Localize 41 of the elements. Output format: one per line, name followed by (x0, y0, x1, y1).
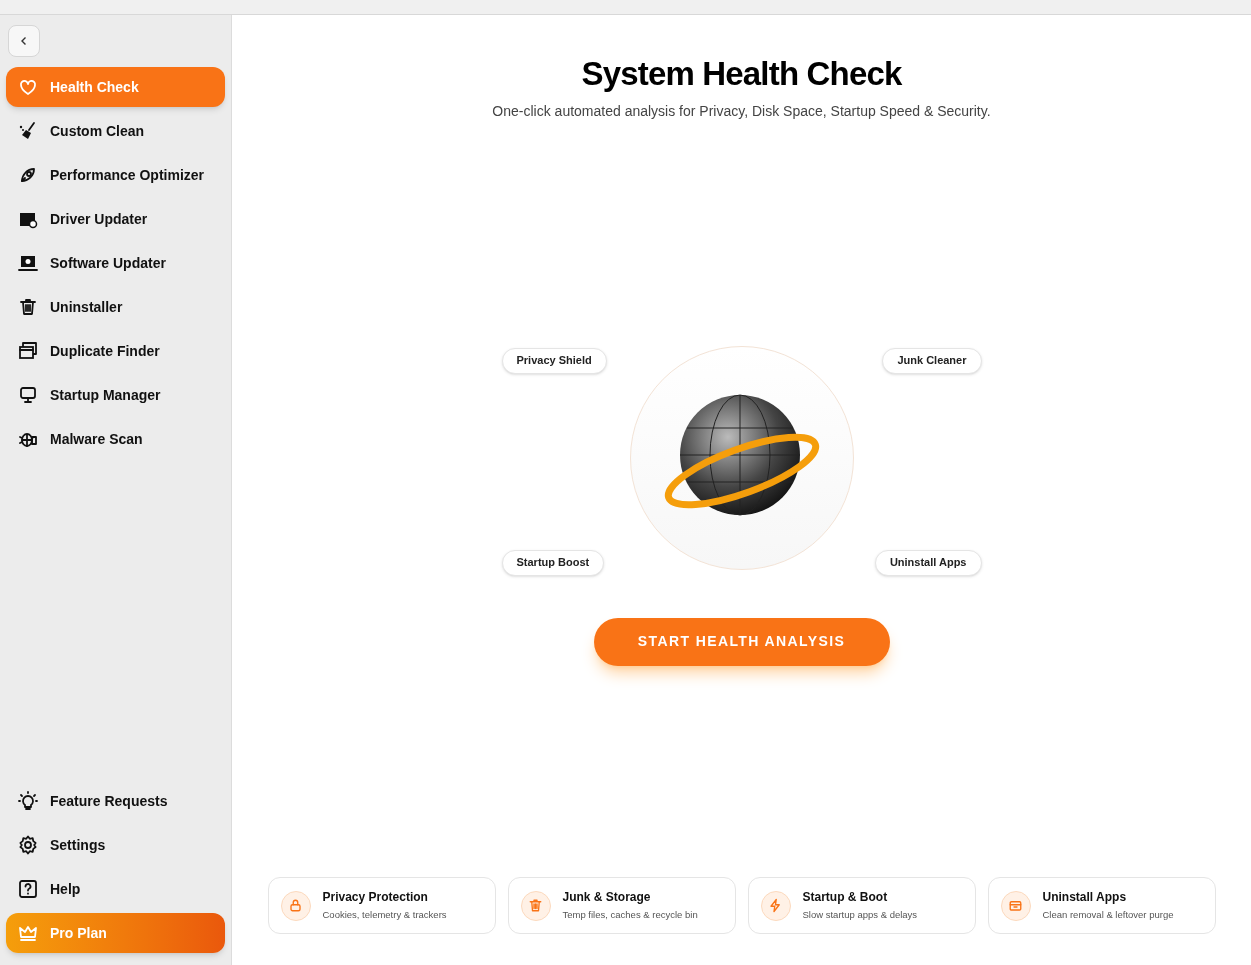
sidebar-item[interactable]: Help (6, 869, 225, 909)
sidebar-item[interactable]: Startup Manager (6, 375, 225, 415)
feature-pill: Startup Boost (501, 549, 605, 576)
sidebar-item[interactable]: Software Updater (6, 243, 225, 283)
chevron-left-icon (19, 36, 29, 46)
card-title: Uninstall Apps (1042, 889, 1128, 907)
collapse-button[interactable] (8, 25, 40, 57)
windows-icon (18, 341, 38, 361)
card-title: Privacy Protection (322, 889, 429, 907)
trash-icon (528, 898, 543, 913)
card-title: Startup & Boot (802, 889, 889, 907)
lock-icon (288, 898, 303, 913)
settings-icon (18, 835, 38, 855)
sidebar-item[interactable]: Custom Clean (6, 111, 225, 151)
page-subtitle: One-click automated analysis for Privacy, Disk Space, Startup Speed & Security. (492, 101, 991, 121)
help-icon (18, 879, 38, 899)
laptop-icon (18, 253, 38, 273)
lightning-icon (768, 898, 783, 913)
feature-pill: Junk Cleaner (882, 347, 982, 374)
sidebar-item[interactable]: Feature Requests (6, 781, 225, 821)
heart-icon (18, 77, 38, 97)
card-description: Cookies, telemetry & trackers (322, 908, 447, 923)
sidebar-item[interactable]: Driver Updater (6, 199, 225, 239)
box-icon (1008, 898, 1023, 913)
crown-icon (18, 923, 38, 943)
monitor-icon (18, 385, 38, 405)
broom-icon (18, 121, 38, 141)
page-title: System Health Check (581, 54, 902, 94)
sidebar-item[interactable]: Duplicate Finder (6, 331, 225, 371)
lightbulb-icon (18, 791, 38, 811)
card-title: Junk & Storage (562, 889, 652, 907)
sidebar-item[interactable]: Performance Optimizer (6, 155, 225, 195)
card-description: Clean removal & leftover purge (1042, 908, 1174, 923)
card-description: Slow startup apps & delays (802, 908, 918, 923)
feature-pill: Privacy Shield (501, 347, 607, 374)
card-description: Temp files, caches & recycle bin (562, 908, 698, 923)
feature-pill: Uninstall Apps (874, 549, 982, 576)
sidebar-item[interactable]: Settings (6, 825, 225, 865)
trash-icon (18, 297, 38, 317)
sidebar-item[interactable]: Malware Scan (6, 419, 225, 459)
sidebar-item[interactable]: Uninstaller (6, 287, 225, 327)
